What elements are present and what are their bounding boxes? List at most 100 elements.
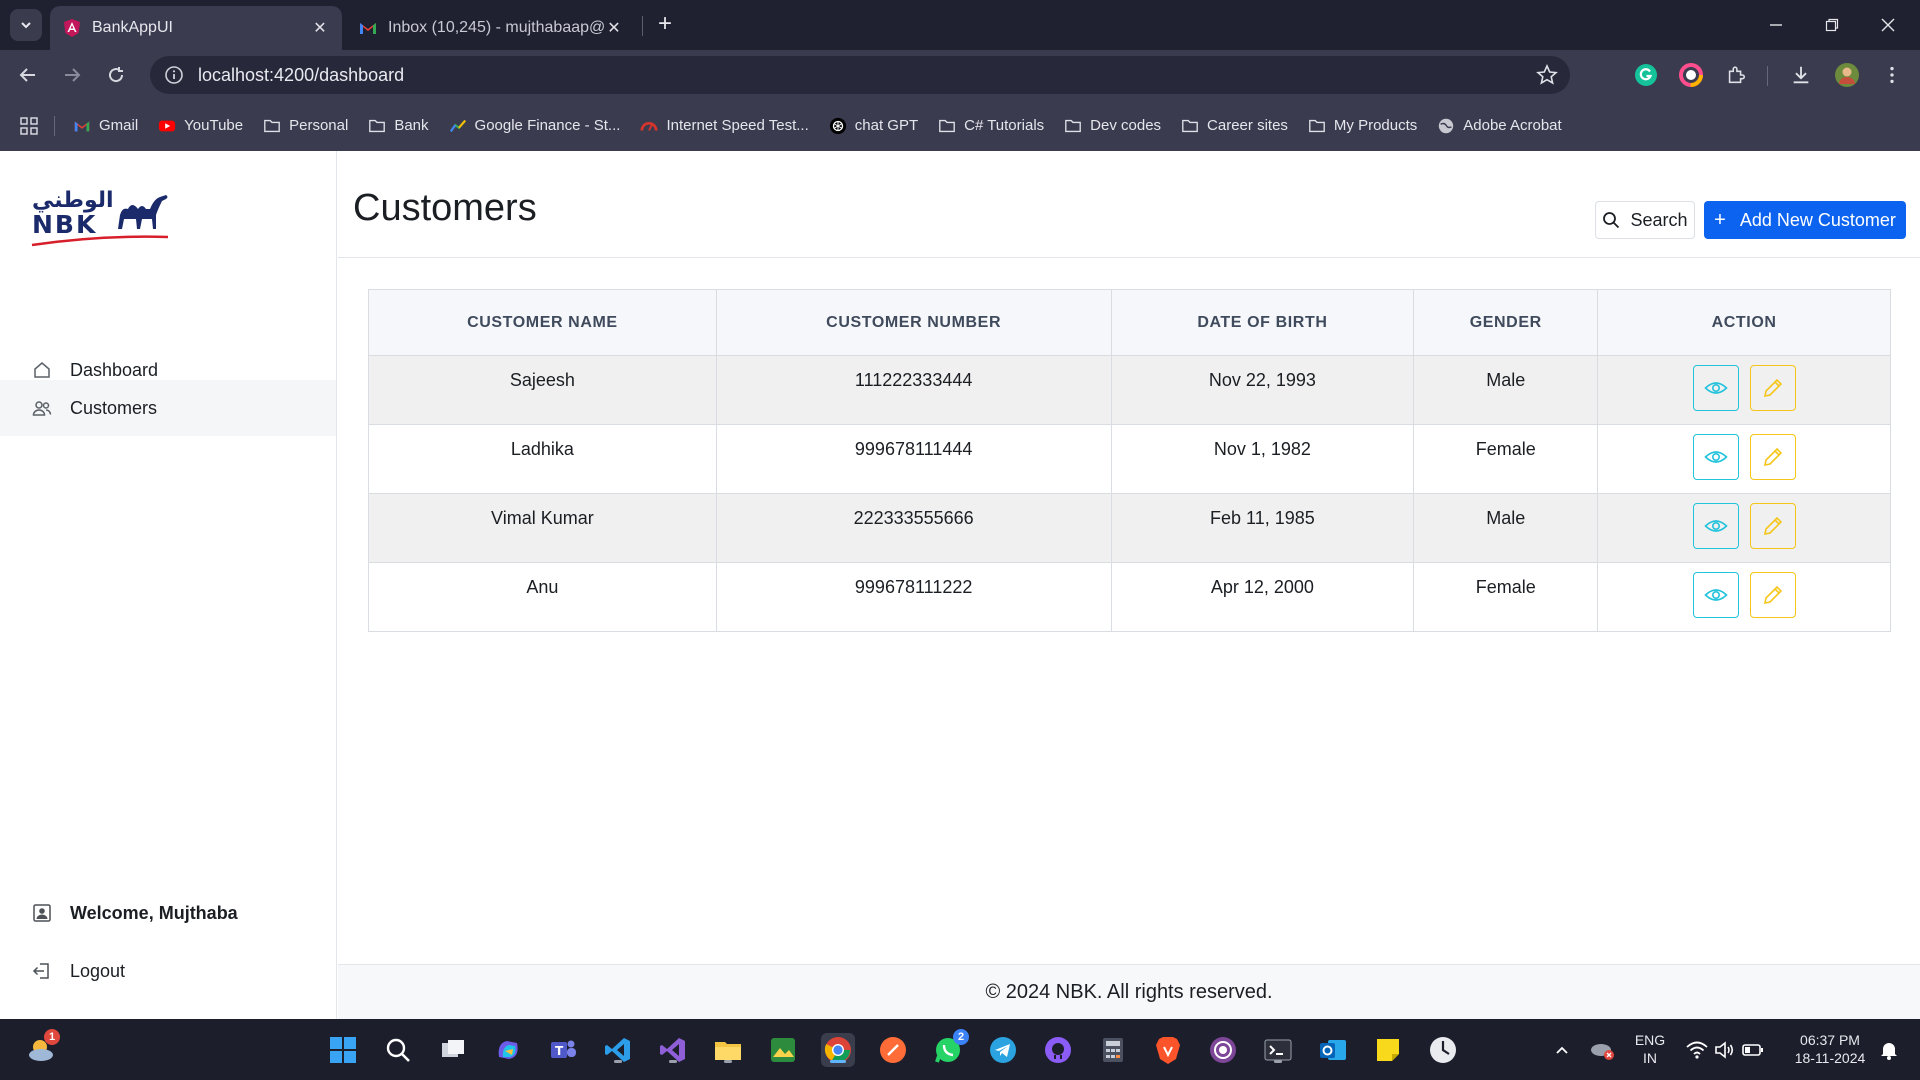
bookmark-folder-csharp[interactable]: C# Tutorials [938,117,1044,135]
battery-icon[interactable] [1736,1033,1770,1067]
bookmark-adobe-acrobat[interactable]: Adobe Acrobat [1437,117,1562,135]
eye-icon [1703,520,1728,532]
cell-customer-number: 999678111444 [715,424,1112,494]
clock-app-icon[interactable] [1426,1033,1460,1067]
copilot-icon[interactable] [491,1033,525,1067]
search-button[interactable]: Search [1595,201,1695,239]
cell-gender: Male [1413,355,1599,425]
bookmark-label: Internet Speed Test... [666,117,809,134]
outlook-icon[interactable] [1316,1033,1350,1067]
eye-icon [1703,382,1728,394]
bookmark-gmail[interactable]: Gmail [73,117,138,135]
sticky-notes-icon[interactable] [1371,1033,1405,1067]
github-desktop-icon[interactable] [1041,1033,1075,1067]
new-tab-button[interactable]: + [650,10,680,40]
logout-button[interactable]: Logout [0,951,336,991]
bookmark-star-icon[interactable] [1536,64,1558,86]
view-customer-button[interactable] [1692,572,1739,618]
edit-customer-button[interactable] [1749,503,1796,549]
teams-icon[interactable]: T [546,1033,580,1067]
column-header-customer-name[interactable]: CUSTOMER NAME [368,289,717,356]
close-tab-icon[interactable]: ✕ [604,18,624,38]
close-window-button[interactable] [1860,0,1916,50]
column-header-date-of-birth[interactable]: DATE OF BIRTH [1110,289,1415,356]
start-menu-icon[interactable] [326,1033,360,1067]
restore-window-button[interactable] [1804,0,1860,50]
bookmark-google-finance[interactable]: Google Finance - St... [449,117,620,135]
notifications-bell-icon[interactable] [1872,1033,1906,1067]
welcome-user[interactable]: Welcome, Mujthaba [0,893,336,933]
folder-icon [1182,119,1198,132]
tab-bankappui[interactable]: BankAppUI ✕ [50,6,342,50]
reload-button[interactable] [100,59,132,91]
site-info-icon[interactable] [164,65,184,85]
forward-button[interactable] [56,59,88,91]
chrome-icon[interactable] [821,1033,855,1067]
brave-icon[interactable] [1151,1033,1185,1067]
column-header-customer-number[interactable]: CUSTOMER NUMBER [715,289,1112,356]
apps-button[interactable] [20,116,38,135]
download-icon[interactable] [1787,61,1815,89]
more-menu-icon[interactable] [1878,61,1906,89]
column-header-gender[interactable]: GENDER [1413,289,1599,356]
tor-browser-icon[interactable] [1206,1033,1240,1067]
view-customer-button[interactable] [1692,365,1739,411]
tab-gmail-inbox[interactable]: Inbox (10,245) - mujthabaap@g ✕ [346,6,636,50]
page-header: Customers Search + Add New Customer [338,151,1920,258]
profile-avatar[interactable] [1833,61,1861,89]
edit-customer-button[interactable] [1749,572,1796,618]
bookmark-chatgpt[interactable]: chat GPT [829,117,918,135]
clock[interactable]: 06:37 PM 18-11-2024 [1782,1031,1878,1067]
camel-icon [118,195,168,229]
file-explorer-icon[interactable] [711,1033,745,1067]
input-language-indicator[interactable]: ENG IN [1624,1031,1676,1067]
onedrive-error-icon[interactable] [1585,1033,1619,1067]
calculator-icon[interactable] [1096,1033,1130,1067]
terminal-icon[interactable] [1261,1033,1295,1067]
visual-studio-icon[interactable] [656,1033,690,1067]
bookmark-folder-bank[interactable]: Bank [368,117,429,135]
task-view-icon[interactable] [436,1033,470,1067]
speedtest-icon [640,121,658,131]
bookmark-youtube[interactable]: YouTube [158,117,243,135]
folder-icon [1309,119,1325,132]
back-button[interactable] [12,59,44,91]
vscode-icon[interactable] [601,1033,635,1067]
postman-icon[interactable] [876,1033,910,1067]
photos-icon[interactable] [766,1033,800,1067]
edit-customer-button[interactable] [1749,365,1796,411]
tab-title: Inbox (10,245) - mujthabaap@g [388,19,604,36]
angular-icon [64,19,80,37]
color-picker-extension-icon[interactable] [1677,61,1705,89]
weather-widget-icon[interactable]: 1 [24,1029,60,1067]
view-customer-button[interactable] [1692,503,1739,549]
bookmark-folder-my-products[interactable]: My Products [1308,117,1417,135]
extensions-puzzle-icon[interactable] [1722,61,1750,89]
bookmark-folder-career-sites[interactable]: Career sites [1181,117,1288,135]
nbk-logo[interactable]: الوطني NBK [30,179,175,249]
bookmark-folder-personal[interactable]: Personal [263,117,348,135]
bookmark-speedtest[interactable]: Internet Speed Test... [640,117,809,135]
whatsapp-icon[interactable]: 2 [931,1029,969,1067]
table-row: Sajeesh 111222333444 Nov 22, 1993 Male [368,355,1891,425]
cell-actions [1597,355,1891,425]
tab-search-button[interactable] [10,9,42,41]
bookmark-folder-dev-codes[interactable]: Dev codes [1064,117,1161,135]
grammarly-extension-icon[interactable] [1632,61,1660,89]
folder-icon [369,119,386,132]
address-bar[interactable]: localhost:4200/dashboard [150,56,1570,94]
search-taskbar-icon[interactable] [381,1033,415,1067]
edit-customer-button[interactable] [1749,434,1796,480]
url-text[interactable]: localhost:4200/dashboard [198,65,404,86]
chevron-down-icon [21,22,31,29]
show-hidden-icons-button[interactable] [1545,1033,1579,1067]
sidebar-item-customers[interactable]: Customers [0,380,336,436]
eye-icon [1703,451,1728,463]
running-indicator [1274,1060,1282,1063]
view-customer-button[interactable] [1692,434,1739,480]
table-row: Anu 999678111222 Apr 12, 2000 Female [368,562,1891,632]
close-tab-icon[interactable]: ✕ [310,18,330,38]
add-new-customer-button[interactable]: + Add New Customer [1704,201,1906,239]
telegram-icon[interactable] [986,1033,1020,1067]
minimize-window-button[interactable] [1748,0,1804,50]
